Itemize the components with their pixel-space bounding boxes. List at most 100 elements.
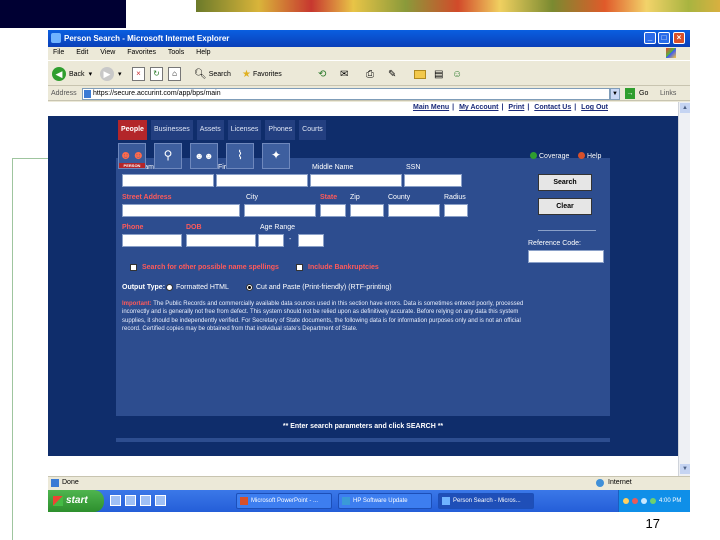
- slide-decoration-line: [12, 158, 13, 540]
- street-address-input[interactable]: [122, 204, 240, 217]
- people-icon: ☻☻: [119, 148, 145, 162]
- age-from-input[interactable]: [258, 234, 284, 247]
- county-input[interactable]: [388, 204, 440, 217]
- ssn-input[interactable]: [404, 174, 462, 187]
- research-button[interactable]: ▤: [434, 65, 443, 83]
- tray-icon[interactable]: [632, 498, 638, 504]
- reference-divider: [538, 230, 596, 231]
- radius-input[interactable]: [444, 204, 468, 217]
- notice-text: The Public Records and commercially avai…: [122, 301, 524, 333]
- address-input[interactable]: https://secure.accurint.com/app/bps/main: [82, 88, 610, 100]
- age-range-label: Age Range: [260, 224, 296, 231]
- tab-phones[interactable]: Phones: [265, 120, 296, 140]
- radius-label: Radius: [444, 194, 466, 201]
- tab-person-search[interactable]: ☻☻ PERSON: [118, 143, 146, 169]
- log-out-link[interactable]: Log Out: [581, 104, 608, 111]
- ie-icon: [51, 33, 61, 43]
- zip-label: Zip: [350, 194, 360, 201]
- quick-launch-media-icon[interactable]: [140, 495, 151, 506]
- menu-tools[interactable]: Tools: [168, 49, 184, 56]
- age-to-input[interactable]: [298, 234, 324, 247]
- stop-button[interactable]: ×: [132, 65, 145, 83]
- state-input[interactable]: [320, 204, 346, 217]
- taskbar-powerpoint[interactable]: Microsoft PowerPoint - ...: [236, 493, 332, 509]
- print-link[interactable]: Print: [508, 104, 524, 111]
- mail-button[interactable]: ✉: [340, 65, 348, 83]
- quick-launch-desktop-icon[interactable]: [125, 495, 136, 506]
- menu-file[interactable]: File: [53, 49, 64, 56]
- print-button[interactable]: ⎙: [366, 65, 374, 83]
- clear-button[interactable]: Clear: [538, 198, 592, 215]
- go-button[interactable]: Go: [639, 86, 648, 101]
- tab-people[interactable]: People: [118, 120, 147, 140]
- home-button[interactable]: ⌂: [168, 65, 181, 83]
- tab-licenses[interactable]: Licenses: [227, 120, 262, 140]
- middle-name-input[interactable]: [310, 174, 402, 187]
- spellings-label: Search for other possible name spellings: [142, 264, 279, 271]
- back-arrow-icon: ◀: [52, 67, 66, 81]
- reference-code-input[interactable]: [528, 250, 604, 263]
- quick-launch-outlook-icon[interactable]: [155, 495, 166, 506]
- maximize-button[interactable]: □: [658, 32, 670, 44]
- menu-help[interactable]: Help: [196, 49, 210, 56]
- start-button[interactable]: start: [48, 490, 104, 512]
- page-viewport: Main Menu | My Account | Print | Contact Us…: [48, 102, 678, 476]
- zip-input[interactable]: [350, 204, 384, 217]
- address-label: Address: [51, 90, 77, 97]
- tab-map-search[interactable]: ⌇: [226, 143, 254, 169]
- tab-assets[interactable]: Assets: [196, 120, 224, 140]
- links-button[interactable]: Links: [660, 86, 676, 101]
- first-name-input[interactable]: [216, 174, 308, 187]
- close-button[interactable]: ×: [673, 32, 685, 44]
- favorites-button[interactable]: ★ Favorites: [242, 65, 282, 83]
- phone-input[interactable]: [122, 234, 182, 247]
- quick-launch-ie-icon[interactable]: [110, 495, 121, 506]
- history-button[interactable]: ⟲: [318, 65, 326, 83]
- address-dropdown-arrow-icon[interactable]: ▼: [610, 88, 620, 100]
- coverage-icon: [530, 152, 537, 159]
- search-button[interactable]: 🔍︎ Search: [194, 65, 231, 83]
- output-rtf-radio[interactable]: [246, 284, 253, 291]
- search-button[interactable]: Search: [538, 174, 592, 191]
- forward-button[interactable]: ▶ ▾: [100, 65, 122, 83]
- help-link[interactable]: Help: [578, 152, 601, 160]
- globe-icon: [596, 479, 604, 487]
- dob-input[interactable]: [186, 234, 256, 247]
- edit-button[interactable]: ✎: [388, 65, 396, 83]
- tab-magnifier-search[interactable]: ⚲: [154, 143, 182, 169]
- spellings-checkbox[interactable]: [130, 264, 137, 271]
- refresh-button[interactable]: ↻: [150, 65, 163, 83]
- back-label: Back: [69, 70, 85, 78]
- taskbar-person-search-label: Person Search - Micros...: [453, 498, 521, 504]
- menu-view[interactable]: View: [100, 49, 115, 56]
- tray-icon[interactable]: [623, 498, 629, 504]
- taskbar-person-search[interactable]: Person Search - Micros...: [438, 493, 534, 509]
- main-menu-link[interactable]: Main Menu: [413, 104, 449, 111]
- tab-group-search[interactable]: ☻☻☻: [190, 143, 218, 184]
- minimize-button[interactable]: _: [644, 32, 656, 44]
- coverage-link[interactable]: Coverage: [530, 152, 569, 160]
- my-account-link[interactable]: My Account: [459, 104, 498, 111]
- middle-name-label: Middle Name: [312, 164, 354, 171]
- menu-favorites[interactable]: Favorites: [127, 49, 156, 56]
- tab-courts[interactable]: Courts: [299, 120, 326, 140]
- back-button[interactable]: ◀ Back ▾: [52, 65, 92, 83]
- taskbar-hp-update[interactable]: HP Software Update: [338, 493, 432, 509]
- contact-us-link[interactable]: Contact Us: [534, 104, 571, 111]
- menu-edit[interactable]: Edit: [76, 49, 88, 56]
- scroll-down-icon[interactable]: ▼: [680, 464, 690, 474]
- city-input[interactable]: [244, 204, 316, 217]
- tab-businesses[interactable]: Businesses: [150, 120, 193, 140]
- messenger-button[interactable]: ☺: [452, 65, 462, 83]
- bankruptcies-checkbox[interactable]: [296, 264, 303, 271]
- tab-badge-search[interactable]: ✦: [262, 143, 290, 169]
- scroll-up-icon[interactable]: ▲: [680, 103, 690, 113]
- tray-icon[interactable]: [641, 498, 647, 504]
- tray-icon[interactable]: [650, 498, 656, 504]
- map-icon: ⌇: [237, 148, 243, 162]
- go-arrow-icon[interactable]: →: [625, 88, 635, 99]
- folder-button[interactable]: [414, 65, 426, 83]
- dob-label: DOB: [186, 224, 202, 231]
- output-html-radio[interactable]: [166, 284, 173, 291]
- vertical-scrollbar[interactable]: ▲ ▼: [678, 102, 690, 476]
